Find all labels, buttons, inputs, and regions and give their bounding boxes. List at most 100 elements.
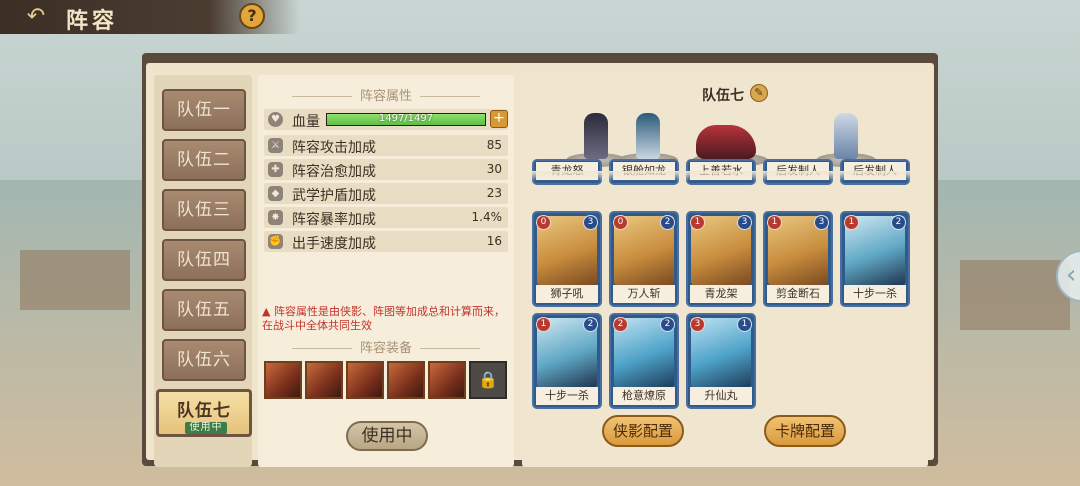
lineup-attributes: 阵容属性 ♥ 血量 1497/1497 + ⚔ 阵容攻击加成 85 ✚ 阵容治愈… xyxy=(258,75,514,467)
tab-team-6[interactable]: 队伍六 xyxy=(162,339,246,381)
card-cost: 1 xyxy=(844,215,859,230)
tab-team-2[interactable]: 队伍二 xyxy=(162,139,246,181)
card-name: 十步一杀 xyxy=(536,387,598,405)
card-level: 3 xyxy=(814,215,829,230)
in-use-button[interactable]: 使用中 xyxy=(346,421,428,451)
tab-label: 队伍三 xyxy=(177,200,231,220)
equipment-slot[interactable] xyxy=(305,361,343,399)
stat-row-shield: ◆ 武学护盾加成 23 xyxy=(264,183,508,204)
background-building xyxy=(960,260,1070,330)
tab-label: 队伍七 xyxy=(177,401,231,421)
card-cut-gold-break-stone[interactable]: 1 3 剪金断石 xyxy=(763,211,833,307)
card-cost: 1 xyxy=(767,215,782,230)
hero-figure[interactable] xyxy=(566,103,626,167)
quill-edit-icon[interactable]: ✎ xyxy=(750,84,768,102)
card-cost: 0 xyxy=(613,215,628,230)
heart-icon: ♥ xyxy=(268,112,283,127)
tab-team-1[interactable]: 队伍一 xyxy=(162,89,246,131)
lock-icon[interactable]: 🔒 xyxy=(469,361,507,399)
tab-team-5[interactable]: 队伍五 xyxy=(162,289,246,331)
hero-body xyxy=(584,113,608,159)
tab-team-3[interactable]: 队伍三 xyxy=(162,189,246,231)
card-level: 3 xyxy=(737,215,752,230)
tab-team-4[interactable]: 队伍四 xyxy=(162,239,246,281)
stat-label: 阵容治愈加成 xyxy=(292,164,376,180)
back-arrow-icon[interactable]: ↶ xyxy=(20,5,52,29)
sword-icon: ⚔ xyxy=(268,138,283,153)
hero-config-button[interactable]: 侠影配置 xyxy=(602,415,684,447)
hero-body xyxy=(834,113,858,159)
team-tab-list: 队伍一 队伍二 队伍三 队伍四 队伍五 队伍六 队伍七 使用中 xyxy=(154,75,252,467)
team-name: 队伍七 xyxy=(702,88,744,104)
fist-icon: ✊ xyxy=(268,234,283,249)
card-config-button[interactable]: 卡牌配置 xyxy=(764,415,846,447)
card-name: 青龙架 xyxy=(690,285,752,303)
in-use-badge: 使用中 xyxy=(185,422,227,434)
stat-row-attack: ⚔ 阵容攻击加成 85 xyxy=(264,135,508,156)
hero-body xyxy=(636,113,660,159)
stat-label: 阵容攻击加成 xyxy=(292,140,376,156)
hp-label: 血量 xyxy=(292,114,320,130)
card-name: 升仙丸 xyxy=(690,387,752,405)
card-cost: 1 xyxy=(690,215,705,230)
background-building xyxy=(20,250,130,310)
equipment-slot[interactable] xyxy=(428,361,466,399)
card-lion-roar[interactable]: 0 3 狮子吼 xyxy=(532,211,602,307)
hero-figure[interactable] xyxy=(816,103,876,167)
hp-bar: 1497/1497 xyxy=(326,113,486,126)
stat-value: 23 xyxy=(486,186,502,200)
tab-team-7[interactable]: 队伍七 使用中 xyxy=(156,389,252,437)
tab-label: 队伍五 xyxy=(177,300,231,320)
card-ten-step-kill[interactable]: 1 2 十步一杀 xyxy=(840,211,910,307)
card-level: 3 xyxy=(583,215,598,230)
page-title: 阵容 xyxy=(66,9,119,34)
attributes-note-text: 阵容属性是由侠影、阵图等加成总和计算而来，在战斗中全体共同生效 xyxy=(262,305,505,332)
stat-row-speed: ✊ 出手速度加成 16 xyxy=(264,231,508,252)
card-cost: 0 xyxy=(536,215,551,230)
card-level: 2 xyxy=(660,215,675,230)
help-button[interactable]: ? xyxy=(239,3,265,29)
card-name: 剪金断石 xyxy=(767,285,829,303)
card-level: 2 xyxy=(891,215,906,230)
card-level: 1 xyxy=(737,317,752,332)
card-dragon-parry[interactable]: 1 3 青龙架 xyxy=(686,211,756,307)
equipment-slot[interactable] xyxy=(387,361,425,399)
card-ten-thousand-slash[interactable]: 0 2 万人斩 xyxy=(609,211,679,307)
shield-icon: ◆ xyxy=(268,186,283,201)
burst-icon: ✸ xyxy=(268,210,283,225)
card-cost: 2 xyxy=(613,317,628,332)
lineup-panel-inner: 队伍一 队伍二 队伍三 队伍四 队伍五 队伍六 队伍七 使用中 阵容属性 ♥ 血… xyxy=(146,63,934,467)
stat-value: 1.4% xyxy=(471,210,503,224)
card-level: 2 xyxy=(583,317,598,332)
card-cost: 3 xyxy=(690,317,705,332)
card-cost: 1 xyxy=(536,317,551,332)
hp-row: ♥ 血量 1497/1497 + xyxy=(264,109,508,130)
hp-value: 1497/1497 xyxy=(378,113,434,124)
hero-figure[interactable] xyxy=(618,103,678,167)
equipment-slot[interactable] xyxy=(264,361,302,399)
lineup-panel: 队伍一 队伍二 队伍三 队伍四 队伍五 队伍六 队伍七 使用中 阵容属性 ♥ 血… xyxy=(142,53,938,467)
card-name: 枪意燎原 xyxy=(613,387,675,405)
equipment-slot[interactable] xyxy=(346,361,384,399)
card-name: 万人斩 xyxy=(613,285,675,303)
card-name: 十步一杀 xyxy=(844,285,906,303)
tab-label: 队伍四 xyxy=(177,250,231,270)
stat-row-crit: ✸ 阵容暴率加成 1.4% xyxy=(264,207,508,228)
card-spear-prairie-fire[interactable]: 2 2 枪意燎原 xyxy=(609,313,679,409)
warning-icon: ▲ xyxy=(262,305,271,318)
beast-figure[interactable] xyxy=(692,103,768,167)
stat-label: 出手速度加成 xyxy=(292,236,376,252)
stat-value: 30 xyxy=(486,162,502,176)
card-ten-step-kill[interactable]: 1 2 十步一杀 xyxy=(532,313,602,409)
attributes-note: ▲ 阵容属性是由侠影、阵图等加成总和计算而来，在战斗中全体共同生效 xyxy=(262,305,512,333)
scroll-fade xyxy=(522,171,928,181)
hp-plus-button[interactable]: + xyxy=(490,110,508,128)
stat-label: 阵容暴率加成 xyxy=(292,212,376,228)
card-immortal-pill[interactable]: 3 1 升仙丸 xyxy=(686,313,756,409)
equipment-row: 🔒 xyxy=(264,361,508,399)
equipment-section-title: 阵容装备 xyxy=(258,337,514,356)
stat-label: 武学护盾加成 xyxy=(292,188,376,204)
card-level: 2 xyxy=(660,317,675,332)
beast-body xyxy=(696,125,756,159)
lineup-display: 队伍七 ✎ 青龙怒 银舱如龙 上善若水 后发制人 后发 xyxy=(522,75,928,467)
